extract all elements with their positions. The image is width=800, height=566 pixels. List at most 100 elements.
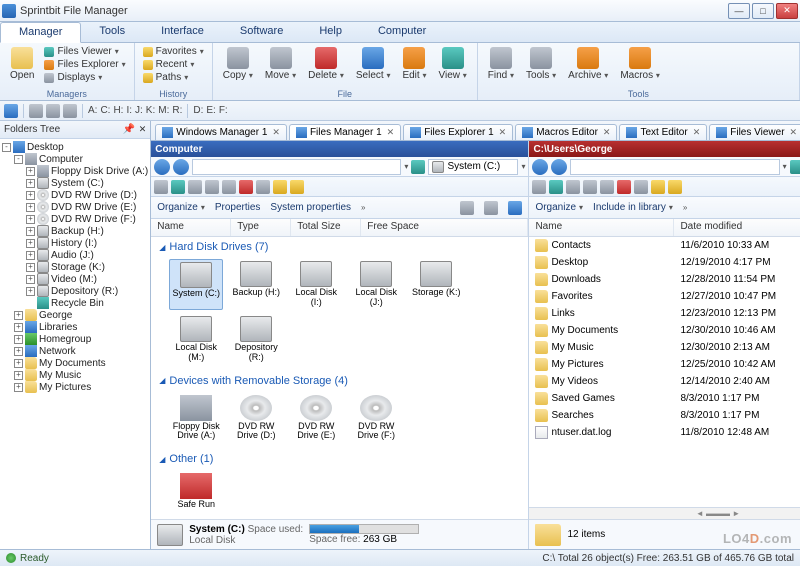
doc-tab[interactable]: Files Manager 1✕ [289, 124, 401, 140]
expand-toggle-icon[interactable]: + [26, 227, 35, 236]
tool-icon[interactable] [46, 104, 60, 118]
organize-button[interactable]: Organize ▾ [535, 202, 583, 213]
minimize-button[interactable]: — [728, 3, 750, 19]
drive-item[interactable]: Depository (R:) [229, 314, 283, 365]
ribbon-tab-manager[interactable]: Manager [0, 22, 81, 43]
drive-item[interactable]: Local Disk (I:) [289, 259, 343, 310]
star-icon[interactable] [290, 180, 304, 194]
tree-node[interactable]: +Homegroup [2, 333, 148, 345]
list-item[interactable]: My Videos12/14/2010 2:40 AM [529, 373, 800, 390]
expand-toggle-icon[interactable]: - [14, 155, 23, 164]
ribbon-tab-computer[interactable]: Computer [360, 22, 444, 42]
close-tab-icon[interactable]: ✕ [499, 127, 507, 138]
paste-icon[interactable] [600, 180, 614, 194]
tools-button[interactable]: Tools ▾ [522, 45, 560, 83]
delete-icon[interactable] [239, 180, 253, 194]
tree-node[interactable]: +Audio (J:) [2, 249, 148, 261]
close-tab-icon[interactable]: ✕ [272, 127, 280, 138]
archive-button[interactable]: Archive ▾ [564, 45, 612, 83]
tool-icon[interactable] [549, 180, 563, 194]
star-icon[interactable] [668, 180, 682, 194]
ribbon-tab-interface[interactable]: Interface [143, 22, 222, 42]
tree-node[interactable]: +George [2, 309, 148, 321]
drive-item[interactable]: System (C:) [169, 259, 223, 310]
expand-toggle-icon[interactable]: + [14, 335, 23, 344]
drive-item[interactable]: Local Disk (J:) [349, 259, 403, 310]
tree-node[interactable]: +Backup (H:) [2, 225, 148, 237]
system-properties-button[interactable]: System properties [270, 202, 351, 213]
list-item[interactable]: My Documents12/30/2010 10:46 AM [529, 322, 800, 339]
list-item[interactable]: ntuser.dat.log11/8/2010 12:48 AM [529, 424, 800, 441]
doc-tab[interactable]: Text Editor✕ [619, 124, 707, 140]
drive-select[interactable]: System (C:) [428, 159, 518, 175]
history-item[interactable]: Favorites ▾ [141, 45, 206, 58]
list-item[interactable]: Desktop12/19/2010 4:17 PM [529, 254, 800, 271]
expand-toggle-icon[interactable]: + [14, 311, 23, 320]
close-tab-icon[interactable]: ✕ [387, 127, 395, 138]
nav-back-icon[interactable] [532, 159, 548, 175]
expand-toggle-icon[interactable]: + [14, 347, 23, 356]
tree-node[interactable]: -Computer [2, 153, 148, 165]
column-header[interactable]: Name Type Total Size Free Space [151, 219, 528, 237]
tool-icon[interactable] [273, 180, 287, 194]
tool-icon[interactable] [532, 180, 546, 194]
tool-icon[interactable] [634, 180, 648, 194]
tree-node[interactable]: +Video (M:) [2, 273, 148, 285]
help-icon[interactable] [4, 104, 18, 118]
column-header[interactable]: Name Date modified [529, 219, 800, 237]
include-library-button[interactable]: Include in library ▾ [593, 202, 673, 213]
expand-toggle-icon[interactable]: + [26, 179, 35, 188]
expand-toggle-icon[interactable]: - [2, 143, 11, 152]
tree-node[interactable]: Recycle Bin [2, 297, 148, 309]
group-header[interactable]: ◢ Devices with Removable Storage (4) [151, 371, 528, 391]
tool-icon[interactable] [651, 180, 665, 194]
ribbon-tab-help[interactable]: Help [301, 22, 360, 42]
close-panel-icon[interactable]: ✕ [139, 124, 147, 135]
expand-toggle-icon[interactable]: + [26, 263, 35, 272]
copy-button[interactable]: Copy ▾ [219, 45, 257, 83]
history-item[interactable]: Paths ▾ [141, 71, 206, 84]
expand-toggle-icon[interactable]: + [26, 287, 35, 296]
expand-toggle-icon[interactable]: + [26, 191, 35, 200]
ribbon-tab-tools[interactable]: Tools [81, 22, 143, 42]
list-item[interactable]: Contacts11/6/2010 10:33 AM [529, 237, 800, 254]
file-area[interactable]: Contacts11/6/2010 10:33 AMDesktop12/19/2… [529, 237, 800, 507]
expand-toggle-icon[interactable]: + [14, 359, 23, 368]
expand-toggle-icon[interactable]: + [14, 383, 23, 392]
select-button[interactable]: Select ▾ [352, 45, 395, 83]
cut-icon[interactable] [188, 180, 202, 194]
open-button[interactable]: Open [6, 45, 38, 83]
managers-item[interactable]: Displays ▾ [42, 71, 127, 84]
scrollbar[interactable]: ◄ ▬▬▬ ► [529, 507, 800, 519]
drive-item[interactable]: Local Disk (M:) [169, 314, 223, 365]
list-item[interactable]: Favorites12/27/2010 10:47 PM [529, 288, 800, 305]
tool-icon[interactable] [63, 104, 77, 118]
tree-node[interactable]: +DVD RW Drive (E:) [2, 201, 148, 213]
tool-icon[interactable] [154, 180, 168, 194]
drive-item[interactable]: Floppy Disk Drive (A:) [169, 393, 223, 444]
nav-back-icon[interactable] [154, 159, 170, 175]
close-tab-icon[interactable]: ✕ [790, 127, 798, 138]
copy-icon[interactable] [583, 180, 597, 194]
tree-node[interactable]: +My Documents [2, 357, 148, 369]
close-button[interactable]: ✕ [776, 3, 798, 19]
doc-tab[interactable]: Files Explorer 1✕ [403, 124, 513, 140]
expand-toggle-icon[interactable]: + [14, 371, 23, 380]
refresh-icon[interactable] [411, 160, 425, 174]
tree-node[interactable]: +History (I:) [2, 237, 148, 249]
managers-item[interactable]: Files Viewer ▾ [42, 45, 127, 58]
move-button[interactable]: Move ▾ [261, 45, 300, 83]
expand-toggle-icon[interactable]: + [14, 323, 23, 332]
list-item[interactable]: My Music12/30/2010 2:13 AM [529, 339, 800, 356]
folder-tree[interactable]: -Desktop-Computer+Floppy Disk Drive (A:)… [0, 139, 150, 549]
doc-tab[interactable]: Windows Manager 1✕ [155, 124, 287, 140]
nav-forward-icon[interactable] [173, 159, 189, 175]
tree-node[interactable]: +Floppy Disk Drive (A:) [2, 165, 148, 177]
expand-toggle-icon[interactable]: + [26, 239, 35, 248]
group-header[interactable]: ◢ Hard Disk Drives (7) [151, 237, 528, 257]
maximize-button[interactable]: □ [752, 3, 774, 19]
doc-tab[interactable]: Macros Editor✕ [515, 124, 617, 140]
list-item[interactable]: Searches8/3/2010 1:17 PM [529, 407, 800, 424]
organize-button[interactable]: Organize ▾ [157, 202, 205, 213]
view-icon[interactable] [460, 201, 474, 215]
